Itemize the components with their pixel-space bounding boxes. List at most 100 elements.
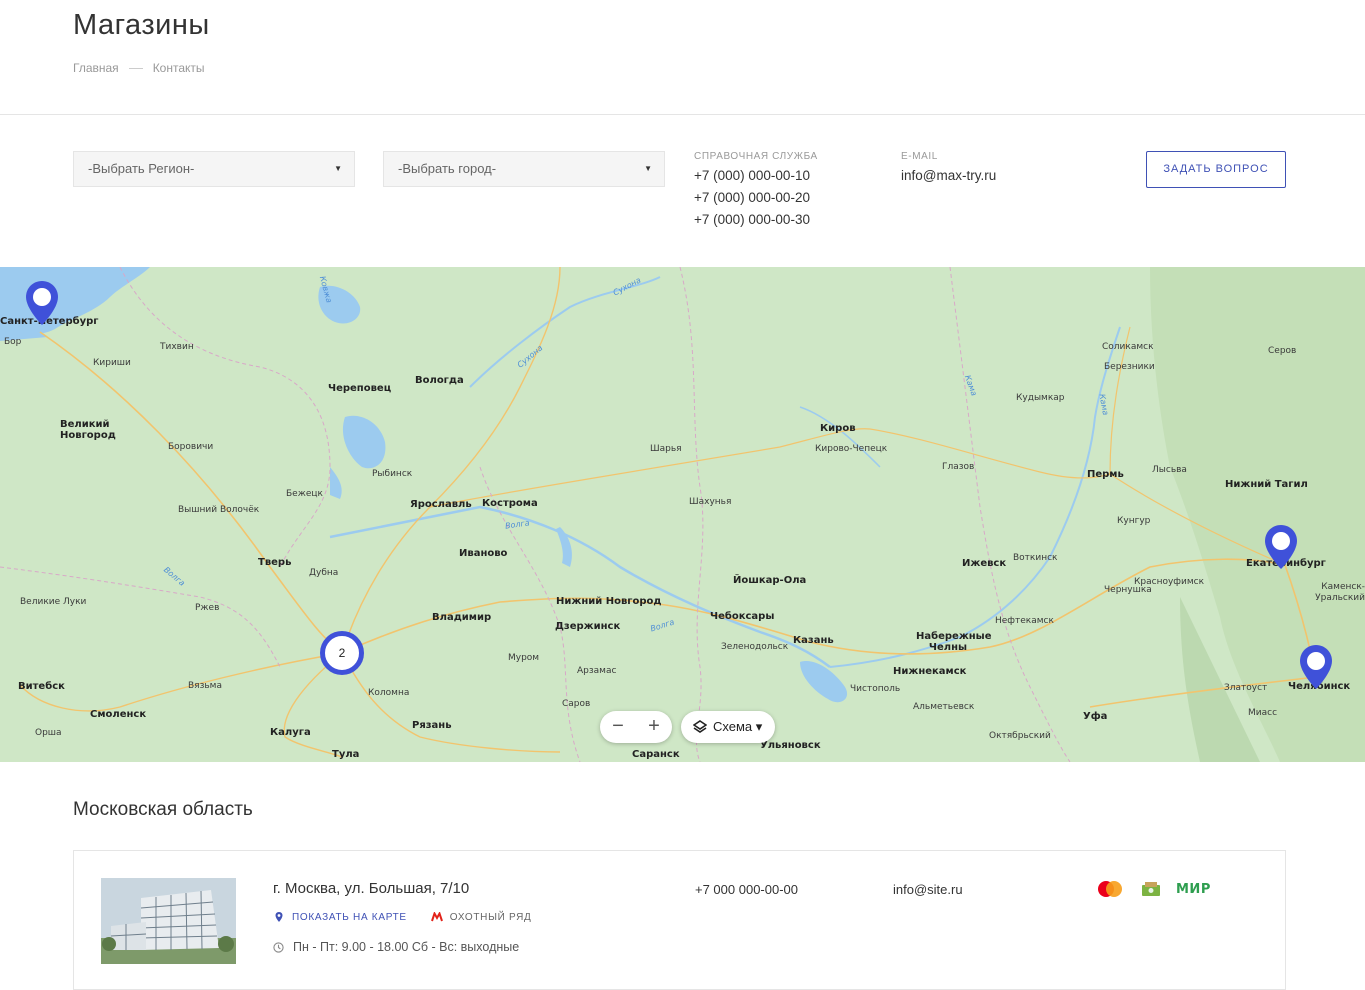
map-pin-icon[interactable] (1263, 523, 1299, 571)
map-city-label: Тихвин (160, 342, 194, 352)
layers-icon (693, 720, 707, 733)
map-city-label: Кострома (482, 498, 538, 509)
page-header: Магазины Главная Контакты (0, 0, 1365, 115)
region-title: Московская область (73, 799, 253, 820)
zoom-out-button[interactable]: − (600, 711, 636, 743)
map-city-label: Орша (35, 728, 62, 738)
breadcrumb-home[interactable]: Главная (73, 61, 119, 75)
map-city-label: Вышний Волочёк (178, 505, 260, 515)
store-links: ПОКАЗАТЬ НА КАРТЕ ОХОТНЫЙ РЯД (273, 911, 532, 923)
map-city-label: Глазов (942, 462, 975, 472)
map-city-label: Смоленск (90, 709, 147, 720)
map-city-label: Пермь (1087, 469, 1124, 480)
map-city-label: Кудымкар (1016, 393, 1065, 403)
map-city-label: Рязань (412, 720, 452, 731)
phone-link[interactable]: +7 (000) 000-00-30 (694, 209, 818, 231)
map-city-label: Тверь (258, 557, 292, 568)
map-pin-icon[interactable] (1298, 643, 1334, 691)
map-city-label: Ижевск (962, 558, 1007, 569)
email-link[interactable]: info@max-try.ru (901, 165, 996, 187)
map-cluster-marker[interactable]: 2 (320, 631, 364, 675)
region-select-value: -Выбрать Регион- (88, 161, 195, 176)
map-city-label: Нижний Новгород (556, 596, 662, 607)
breadcrumb-current: Контакты (152, 61, 205, 75)
map-city-label: Воткинск (1013, 553, 1058, 563)
stores-map[interactable]: Санкт-Петербург Бор Тихвин Кириши Черепо… (0, 267, 1365, 762)
map-city-label: Шарья (650, 444, 682, 454)
map-city-label: Йошкар-Ола (733, 575, 807, 586)
region-select[interactable]: -Выбрать Регион- ▼ (73, 151, 355, 187)
map-city-label: Коломна (368, 688, 410, 698)
map-city-label: Кириши (93, 358, 131, 368)
map-city-label: Иваново (459, 548, 508, 559)
map-pin-icon[interactable] (24, 279, 60, 327)
map-city-label: Тула (332, 749, 360, 760)
map-city-label: Бор (4, 337, 22, 347)
location-icon (275, 912, 283, 922)
phone-link[interactable]: +7 (000) 000-00-10 (694, 165, 818, 187)
email-block: E-MAIL info@max-try.ru (901, 151, 996, 187)
map-city-label: Нижний Тагил (1225, 479, 1308, 490)
map-city-label: Ульяновск (760, 740, 821, 751)
map-city-label: Набережные Челны (916, 631, 992, 653)
map-city-label: Витебск (18, 681, 65, 692)
map-city-label: Уфа (1083, 711, 1108, 722)
store-email[interactable]: info@site.ru (893, 882, 963, 897)
chevron-down-icon: ▼ (644, 164, 652, 173)
map-city-label: Саров (562, 699, 591, 709)
map-city-label: Великий Новгород (60, 419, 116, 441)
store-photo[interactable] (101, 878, 236, 964)
map-city-label: Саранск (632, 749, 680, 760)
map-city-label: Октябрьский (989, 731, 1051, 741)
store-phone[interactable]: +7 000 000-00-00 (695, 882, 798, 897)
map-city-label: Ярославль (410, 499, 472, 510)
help-service-block: СПРАВОЧНАЯ СЛУЖБА +7 (000) 000-00-10 +7 … (694, 151, 818, 231)
show-on-map-link[interactable]: ПОКАЗАТЬ НА КАРТЕ (273, 911, 407, 923)
filters-bar: -Выбрать Регион- ▼ -Выбрать город- ▼ СПР… (0, 115, 1365, 267)
map-city-label: Каменск-Уральский (1315, 582, 1365, 603)
map-city-label: Рыбинск (372, 469, 413, 479)
map-city-label: Нефтекамск (995, 616, 1054, 626)
map-city-label: Муром (508, 653, 540, 663)
map-city-label: Вологда (415, 375, 464, 386)
map-city-label: Красноуфимск (1134, 577, 1205, 587)
store-hours-text: Пн - Пт: 9.00 - 18.00 Сб - Вс: выходные (293, 940, 520, 954)
city-select[interactable]: -Выбрать город- ▼ (383, 151, 665, 187)
zoom-in-button[interactable]: + (636, 711, 672, 743)
email-label: E-MAIL (901, 151, 938, 162)
map-city-label: Соликамск (1102, 342, 1154, 352)
breadcrumb-separator (128, 67, 143, 69)
map-city-label: Лысьва (1152, 465, 1187, 475)
map-city-label: Шахунья (689, 497, 732, 507)
mastercard-icon (1098, 881, 1122, 897)
page-title: Магазины (73, 9, 210, 41)
map-layer-label: Схема ▾ (713, 719, 763, 734)
ask-question-button[interactable]: ЗАДАТЬ ВОПРОС (1146, 151, 1286, 188)
metro-station: ОХОТНЫЙ РЯД (430, 911, 532, 923)
show-on-map-label: ПОКАЗАТЬ НА КАРТЕ (292, 911, 407, 923)
map-city-label: Дзержинск (555, 621, 621, 632)
map-city-label: Вязьма (188, 681, 222, 691)
map-city-label: Великие Луки (20, 597, 87, 607)
map-city-label: Березники (1104, 362, 1155, 372)
map-city-label: Миасс (1248, 708, 1278, 718)
chevron-down-icon: ▼ (334, 164, 342, 173)
map-city-label: Ржев (195, 603, 220, 613)
map-city-label: Зеленодольск (721, 642, 789, 652)
map-city-label: Бежецк (286, 489, 323, 499)
map-city-label: Кунгур (1117, 516, 1151, 526)
map-city-label: Череповец (328, 383, 392, 394)
metro-station-label: ОХОТНЫЙ РЯД (449, 911, 532, 923)
map-city-label: Киров (820, 423, 856, 434)
phone-link[interactable]: +7 (000) 000-00-20 (694, 187, 818, 209)
map-city-label: Чебоксары (710, 611, 775, 622)
map-city-label: Боровичи (168, 442, 214, 452)
city-select-value: -Выбрать город- (398, 161, 497, 176)
map-city-label: Калуга (270, 727, 311, 738)
map-city-label: Альметьевск (913, 702, 975, 712)
mir-icon: МИР (1176, 882, 1211, 897)
help-service-label: СПРАВОЧНАЯ СЛУЖБА (694, 151, 818, 162)
map-layer-button[interactable]: Схема ▾ (681, 711, 775, 743)
clock-icon (273, 941, 284, 953)
store-hours: Пн - Пт: 9.00 - 18.00 Сб - Вс: выходные (273, 940, 519, 954)
